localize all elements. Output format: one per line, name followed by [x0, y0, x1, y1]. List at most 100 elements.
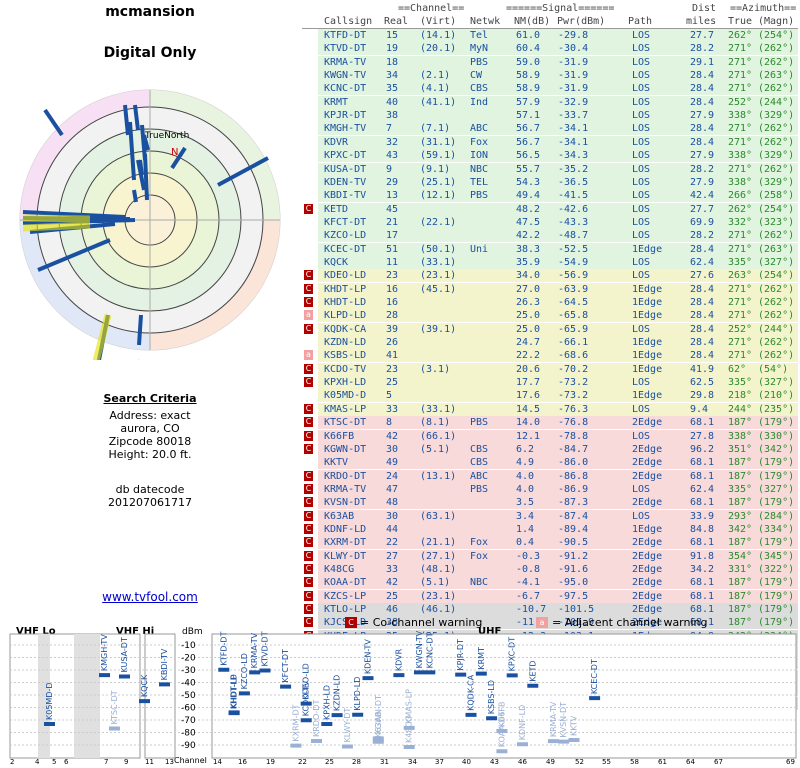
cell-tru: 271°	[728, 243, 753, 255]
cell-nm: 56.7	[516, 123, 541, 135]
cell-path: LOS	[632, 83, 651, 95]
cell-mag: (327°)	[758, 256, 795, 268]
spectrum-bar-label: KETD	[528, 660, 537, 681]
cell-real: 17	[386, 230, 399, 242]
tvfool-link[interactable]: www.tvfool.com	[0, 590, 300, 604]
table-row[interactable]: KUSA-DT 9 (9.1) NBC 55.7 -35.2 LOS 28.2 271° (262…	[302, 162, 798, 176]
table-row[interactable]: a KSBS-LD 41 22.2 -68.6 1Edge 28.4 271° (262°)	[302, 349, 798, 363]
cell-pwr: -34.1	[558, 136, 589, 148]
cell-call: KFCT-DT	[324, 216, 367, 228]
cell-mag: (235°)	[758, 403, 795, 415]
cell-real: 9	[386, 163, 393, 175]
table-row[interactable]: a KLPD-LD 28 25.0 -65.8 1Edge 28.4 271° (262°)	[302, 309, 798, 323]
cell-nm: 54.3	[516, 176, 541, 188]
table-row[interactable]: KPXC-DT 43 (59.1) ION 56.5 -34.3 LOS 27.9 338° (3…	[302, 149, 798, 163]
x-tick-label: 43	[490, 758, 499, 766]
table-row[interactable]: KCEC-DT 51 (50.1) Uni 38.3 -52.5 1Edge 28.4 271°…	[302, 242, 798, 256]
cell-mag: (342°)	[758, 443, 795, 455]
cell-mag: (210°)	[758, 390, 795, 402]
spectrum-bar-label: KRMA-TV	[250, 632, 259, 668]
table-row[interactable]: KRMA-TV 18 PBS 59.0 -31.9 LOS 29.1 271° (262°)	[302, 55, 798, 69]
table-row[interactable]: KFCT-DT 21 (22.1) 47.5 -43.3 LOS 69.9 332° (323°…	[302, 215, 798, 229]
table-row[interactable]: C K48CG 33 (48.1) -0.8 -91.6 2Edge 34.2 331° (322…	[302, 563, 798, 576]
cell-virt: (20.1)	[420, 43, 457, 55]
table-row[interactable]: C KETD 45 48.2 -42.6 LOS 27.7 262° (254°)	[302, 202, 798, 216]
x-tick-label: 64	[686, 758, 695, 766]
table-row[interactable]: KPJR-DT 38 57.1 -33.7 LOS 27.9 338° (329°)	[302, 109, 798, 123]
table-row[interactable]: C KXRM-DT 22 (21.1) Fox 0.4 -90.5 2Edge 68.1 187°…	[302, 536, 798, 550]
cell-virt: (48.1)	[420, 564, 457, 575]
table-row[interactable]: KTVD-DT 19 (20.1) MyN 60.4 -30.4 LOS 28.2 271° (2…	[302, 42, 798, 56]
cell-nm: 22.2	[516, 350, 541, 362]
table-row[interactable]: KCNC-DT 35 (4.1) CBS 58.9 -31.9 LOS 28.4 271° (26…	[302, 82, 798, 96]
cell-mag: (262°)	[758, 310, 795, 322]
cell-net: TEL	[470, 176, 489, 188]
cell-real: 42	[386, 577, 399, 589]
cell-dist: 69.9	[690, 216, 715, 228]
table-row[interactable]: K05MD-D 5 17.6 -73.2 1Edge 29.8 218° (210°)	[302, 389, 798, 403]
cell-path: LOS	[632, 70, 651, 82]
cell-dist: 27.7	[690, 203, 715, 215]
table-row[interactable]: C KMAS-LP 33 (33.1) 14.5 -76.3 LOS 9.4 244° (235°…	[302, 402, 798, 416]
table-row[interactable]: C KLWY-DT 27 (27.1) Fox -0.3 -91.2 2Edge 91.8 354…	[302, 549, 798, 563]
cell-dist: 68.1	[690, 590, 715, 602]
x-tick-label: 2	[10, 758, 14, 766]
table-row[interactable]: KKTV 49 CBS 4.9 -86.0 2Edge 68.1 187° (179°)	[302, 456, 798, 470]
cell-mag: (262°)	[758, 56, 795, 68]
table-row[interactable]: KZCO-LD 17 42.2 -48.7 LOS 28.2 271° (262°)	[302, 229, 798, 243]
cell-mag: (334°)	[758, 523, 795, 535]
cell-path: 2Edge	[632, 550, 663, 562]
table-row[interactable]: C KQDK-CA 39 (39.1) 25.0 -65.9 LOS 28.4 252° (244…	[302, 322, 798, 336]
cell-tru: 342°	[728, 523, 753, 535]
spectrum-bar-label: KMGH-TV	[100, 634, 109, 671]
x-tick-label: 55	[602, 758, 611, 766]
table-row[interactable]: KDVR 32 (31.1) Fox 56.7 -34.1 LOS 28.4 271° (262°…	[302, 135, 798, 149]
table-row[interactable]: C KZCS-LP 25 (23.1) -6.7 -97.5 2Edge 68.1 187° (1…	[302, 589, 798, 603]
table-row[interactable]: C KHDT-LP 16 (45.1) 27.0 -63.9 1Edge 28.4 271° (2…	[302, 282, 798, 296]
table-row[interactable]: C KTSC-DT 8 (8.1) PBS 14.0 -76.8 2Edge 68.1 187° (…	[302, 416, 798, 430]
table-row[interactable]: KDEN-TV 29 (25.1) TEL 54.3 -36.5 LOS 27.9 338° (3…	[302, 175, 798, 189]
table-row[interactable]: KWGN-TV 34 (2.1) CW 58.9 -31.9 LOS 28.4 271° (263…	[302, 69, 798, 83]
table-row[interactable]: KMGH-TV 7 (7.1) ABC 56.7 -34.1 LOS 28.4 271° (262…	[302, 122, 798, 136]
table-row[interactable]: KBDI-TV 13 (12.1) PBS 49.4 -41.5 LOS 42.4 266° (2…	[302, 189, 798, 203]
table-row[interactable]: C KGWN-DT 30 (5.1) CBS 6.2 -84.7 2Edge 96.2 351° (…	[302, 442, 798, 456]
cell-virt: (7.1)	[420, 123, 451, 135]
cell-tru: 187°	[728, 577, 753, 589]
spectrum-bar	[517, 742, 528, 747]
table-row[interactable]: C K63AB 30 (63.1) 3.4 -87.4 LOS 33.9 293° (284°)	[302, 509, 798, 523]
cell-dist: 28.4	[690, 297, 715, 308]
cell-call: KWGN-TV	[324, 70, 367, 82]
table-row[interactable]: C KDEO-LD 23 (23.1) 34.0 -56.9 LOS 27.6 263° (254…	[302, 269, 798, 283]
cell-path: LOS	[632, 123, 651, 135]
cell-tru: 187°	[728, 497, 753, 509]
cell-tru: 187°	[728, 590, 753, 602]
cell-dist: 68.1	[690, 470, 715, 482]
table-row[interactable]: KRMT 40 (41.1) Ind 57.9 -32.9 LOS 28.4 252° (244°…	[302, 95, 798, 109]
x-tick-label: 58	[630, 758, 639, 766]
cell-pwr: -90.5	[558, 537, 589, 549]
table-row[interactable]: KQCK 11 (33.1) 35.9 -54.9 LOS 62.4 335° (327°)	[302, 255, 798, 269]
x-tick-label: 37	[435, 758, 444, 766]
cell-dist: 41.9	[690, 363, 715, 375]
cell-tru: 187°	[728, 417, 753, 429]
cell-call: KGWN-DT	[324, 443, 367, 455]
table-row[interactable]: C KPXH-LD 25 17.7 -73.2 LOS 62.5 335° (327°)	[302, 376, 798, 390]
table-row[interactable]: C KDNF-LD 44 1.4 -89.4 1Edge 84.8 342° (334°)	[302, 522, 798, 536]
table-row[interactable]: C KHDT-LD 16 26.3 -64.5 1Edge 28.4 271° (262°)	[302, 296, 798, 309]
table-row[interactable]: C K66FB 42 (66.1) 12.1 -78.8 LOS 27.8 338° (330°)	[302, 429, 798, 443]
cell-real: 25	[386, 590, 399, 602]
cell-virt: (63.1)	[420, 510, 457, 522]
table-row[interactable]: KZDN-LD 26 24.7 -66.1 1Edge 28.4 271° (262°)	[302, 336, 798, 350]
table-row[interactable]: C KCDO-TV 23 (3.1) 20.6 -70.2 1Edge 41.9 62° (54°…	[302, 362, 798, 376]
cell-virt: (50.1)	[420, 243, 457, 255]
cell-mag: (262°)	[758, 350, 795, 362]
cell-nm: 56.7	[516, 136, 541, 148]
table-row[interactable]: C KVSN-DT 48 3.5 -87.3 2Edge 68.1 187° (179°)	[302, 496, 798, 510]
table-row[interactable]: KTFD-DT 15 (14.1) Tel 61.0 -29.8 LOS 27.7 262° (2…	[302, 29, 798, 42]
cell-pwr: -78.8	[558, 430, 589, 442]
cell-real: 43	[386, 150, 399, 162]
table-row[interactable]: C KOAA-DT 42 (5.1) NBC -4.1 -95.0 2Edge 68.1 187°…	[302, 576, 798, 590]
cell-nm: 48.2	[516, 203, 541, 215]
table-row[interactable]: C KRMA-TV 47 PBS 4.0 -86.9 LOS 62.4 335° (327°)	[302, 482, 798, 496]
table-row[interactable]: C KRDO-DT 24 (13.1) ABC 4.0 -86.8 2Edge 68.1 187°…	[302, 469, 798, 483]
